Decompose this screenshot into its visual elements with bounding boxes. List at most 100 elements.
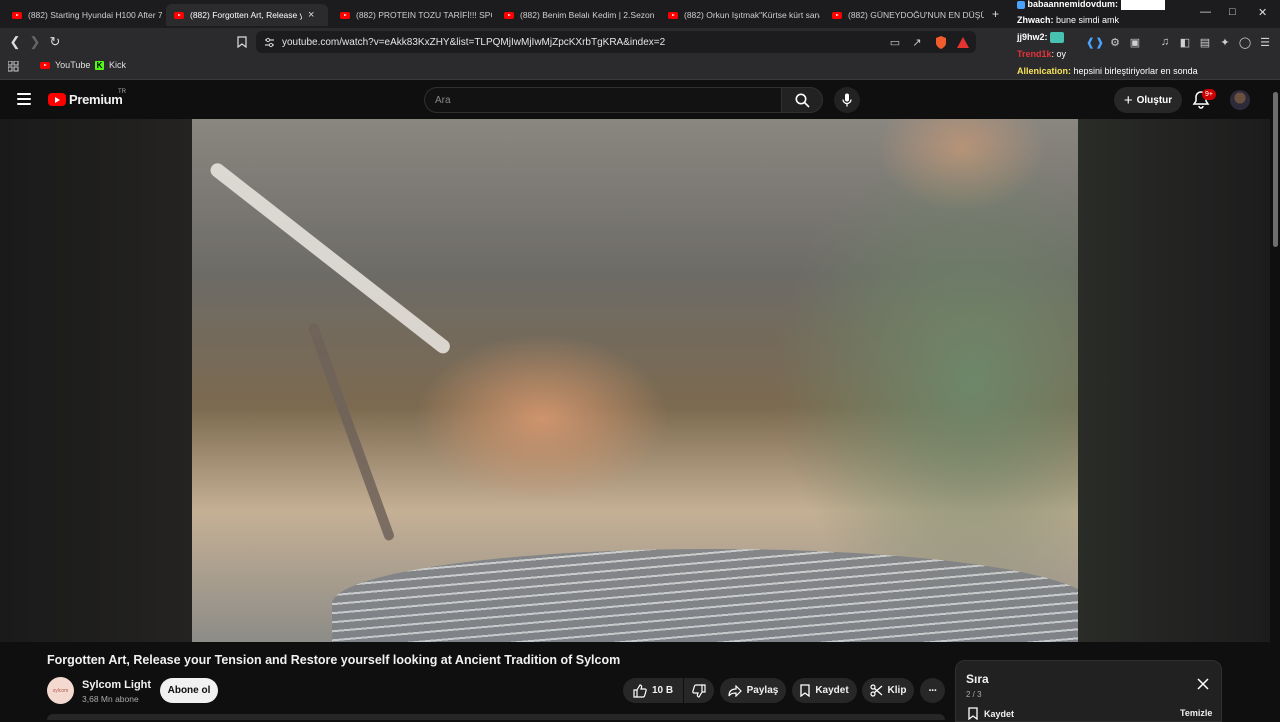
share-label: Paylaş xyxy=(746,685,779,696)
forward-icon[interactable]: ❯ xyxy=(26,33,44,51)
share-button[interactable]: Paylaş xyxy=(720,678,786,703)
site-settings-icon[interactable] xyxy=(262,35,276,49)
like-button[interactable]: 10 B xyxy=(623,678,683,703)
bookmark-save-icon xyxy=(968,707,978,720)
chat-text: : oy xyxy=(1051,49,1067,59)
browser-tab[interactable]: (882) PROTEIN TOZU TARİFİ!!! SPOR xyxy=(332,4,492,26)
scrollbar-thumb[interactable] xyxy=(1273,92,1278,247)
browser-tab[interactable]: (882) Orkun Işıtmak"Kürtse kürt sana xyxy=(660,4,820,26)
clip-button[interactable]: Klip xyxy=(862,678,914,703)
youtube-favicon-icon xyxy=(504,11,514,19)
youtube-logo-icon xyxy=(48,93,66,106)
channel-avatar[interactable]: sylcom xyxy=(47,677,74,704)
chat-username: Trend1k xyxy=(1017,49,1052,59)
search-button[interactable] xyxy=(781,87,823,113)
chat-username: babaannemidovdum: xyxy=(1027,0,1119,9)
microphone-icon xyxy=(842,93,852,107)
youtube-favicon-icon xyxy=(12,11,22,19)
bookmark-kick[interactable]: K Kick xyxy=(95,60,126,70)
queue-clear-button[interactable]: Temizle xyxy=(1180,708,1212,718)
bookmark-save-icon xyxy=(800,684,810,697)
tab-title: (882) PROTEIN TOZU TARİFİ!!! SPOR xyxy=(356,10,492,20)
like-count: 10 B xyxy=(651,685,674,696)
queue-save-button[interactable]: Kaydet xyxy=(968,707,1014,720)
ambient-mode-glow xyxy=(0,119,192,642)
video-content xyxy=(332,549,1078,642)
search-input[interactable] xyxy=(424,87,781,113)
tab-title: (882) Benim Belalı Kedim | 2.Sezon 1 xyxy=(520,10,656,20)
save-label: Kaydet xyxy=(815,685,849,696)
chat-username: jj9hw2: xyxy=(1017,32,1048,42)
reload-icon[interactable]: ↻ xyxy=(46,33,64,51)
video-content xyxy=(207,160,453,357)
bookmark-label: Kick xyxy=(109,60,127,70)
share-icon xyxy=(728,684,742,697)
subscriber-count: 3,68 Mn abone xyxy=(82,694,139,704)
queue-position: 2 / 3 xyxy=(966,690,982,699)
brave-shield-icon[interactable] xyxy=(934,35,948,49)
create-button[interactable]: + Oluştur xyxy=(1114,87,1182,113)
browser-tab[interactable]: (882) Starting Hyundai H100 After 7 xyxy=(4,4,162,26)
video-content xyxy=(307,322,396,542)
bookmark-label: YouTube xyxy=(55,60,91,70)
save-button[interactable]: Kaydet xyxy=(792,678,857,703)
chat-message: Zhwach: bune simdi amk xyxy=(1017,12,1119,29)
address-bar[interactable]: youtube.com/watch?v=eAkk83KxZHY&list=TLP… xyxy=(256,31,976,53)
subscribe-button[interactable]: Abone ol xyxy=(160,678,218,703)
thumbs-down-icon xyxy=(692,683,706,698)
chat-message: Trend1k: oy xyxy=(1017,46,1066,63)
chat-emote xyxy=(1120,0,1165,10)
back-icon[interactable]: ❮ xyxy=(6,33,24,51)
tab-title: (882) GÜNEYDOĞU'NUN EN DÜŞÜK xyxy=(848,10,984,20)
video-title: Forgotten Art, Release your Tension and … xyxy=(47,653,621,667)
more-horizontal-icon: ··· xyxy=(928,684,938,697)
create-label: Oluştur xyxy=(1136,94,1173,106)
country-code: TR xyxy=(118,89,126,95)
voice-search-button[interactable] xyxy=(834,87,860,113)
clip-label: Klip xyxy=(887,685,907,696)
cast-icon[interactable]: ▭ xyxy=(888,35,902,49)
youtube-favicon-icon xyxy=(668,11,678,19)
youtube-favicon-icon xyxy=(174,11,184,19)
url-text: youtube.com/watch?v=eAkk83KxZHY&list=TLP… xyxy=(282,36,666,48)
browser-tab-active[interactable]: (882) Forgotten Art, Release you × xyxy=(166,4,328,26)
description-box[interactable] xyxy=(47,714,945,720)
youtube-favicon-icon xyxy=(40,61,50,69)
tab-title: (882) Starting Hyundai H100 After 7 xyxy=(28,10,162,20)
bookmark-youtube[interactable]: YouTube xyxy=(40,60,90,70)
plus-icon: + xyxy=(1123,91,1133,109)
queue-title: Sıra xyxy=(966,672,989,686)
brave-rewards-icon[interactable] xyxy=(956,35,970,49)
youtube-premium-logo[interactable]: Premium TR xyxy=(48,89,126,107)
queue-save-label: Kaydet xyxy=(984,708,1015,719)
account-avatar[interactable] xyxy=(1230,90,1250,110)
tab-close-icon[interactable]: × xyxy=(308,9,314,21)
search-icon xyxy=(795,93,810,108)
close-icon[interactable] xyxy=(1197,677,1211,691)
share-page-icon[interactable]: ↗ xyxy=(910,35,924,49)
kick-logo-icon: K xyxy=(95,60,104,70)
youtube-favicon-icon xyxy=(340,11,350,19)
ambient-mode-glow xyxy=(1078,119,1270,642)
channel-name[interactable]: Sylcom Light xyxy=(82,679,151,691)
chat-text: bune simdi amk xyxy=(1056,15,1120,25)
scissors-icon xyxy=(869,684,882,697)
logo-text: Premium xyxy=(69,92,123,107)
stream-chat-overlay: babaannemidovdum: Zhwach: bune simdi amk… xyxy=(1014,0,1280,80)
chat-message: Allenication: hepsini birleştiriyorlar e… xyxy=(1017,63,1198,80)
tab-title: (882) Orkun Işıtmak"Kürtse kürt sana xyxy=(684,10,820,20)
dislike-button[interactable] xyxy=(684,678,714,703)
chat-emote xyxy=(1050,32,1065,44)
browser-tab[interactable]: (882) Benim Belalı Kedim | 2.Sezon 1 xyxy=(496,4,656,26)
browser-tab[interactable]: (882) GÜNEYDOĞU'NUN EN DÜŞÜK xyxy=(824,4,984,26)
notification-badge: 9+ xyxy=(1202,89,1216,100)
chat-badge-icon xyxy=(1017,0,1025,9)
video-frame[interactable] xyxy=(192,119,1078,642)
youtube-favicon-icon xyxy=(832,11,842,19)
bookmark-icon[interactable] xyxy=(235,35,249,49)
more-actions-button[interactable]: ··· xyxy=(920,678,945,703)
guide-menu-icon[interactable] xyxy=(17,93,31,105)
apps-grid-icon[interactable] xyxy=(6,59,20,73)
new-tab-button[interactable]: + xyxy=(992,7,999,21)
thumbs-up-icon xyxy=(633,683,647,698)
